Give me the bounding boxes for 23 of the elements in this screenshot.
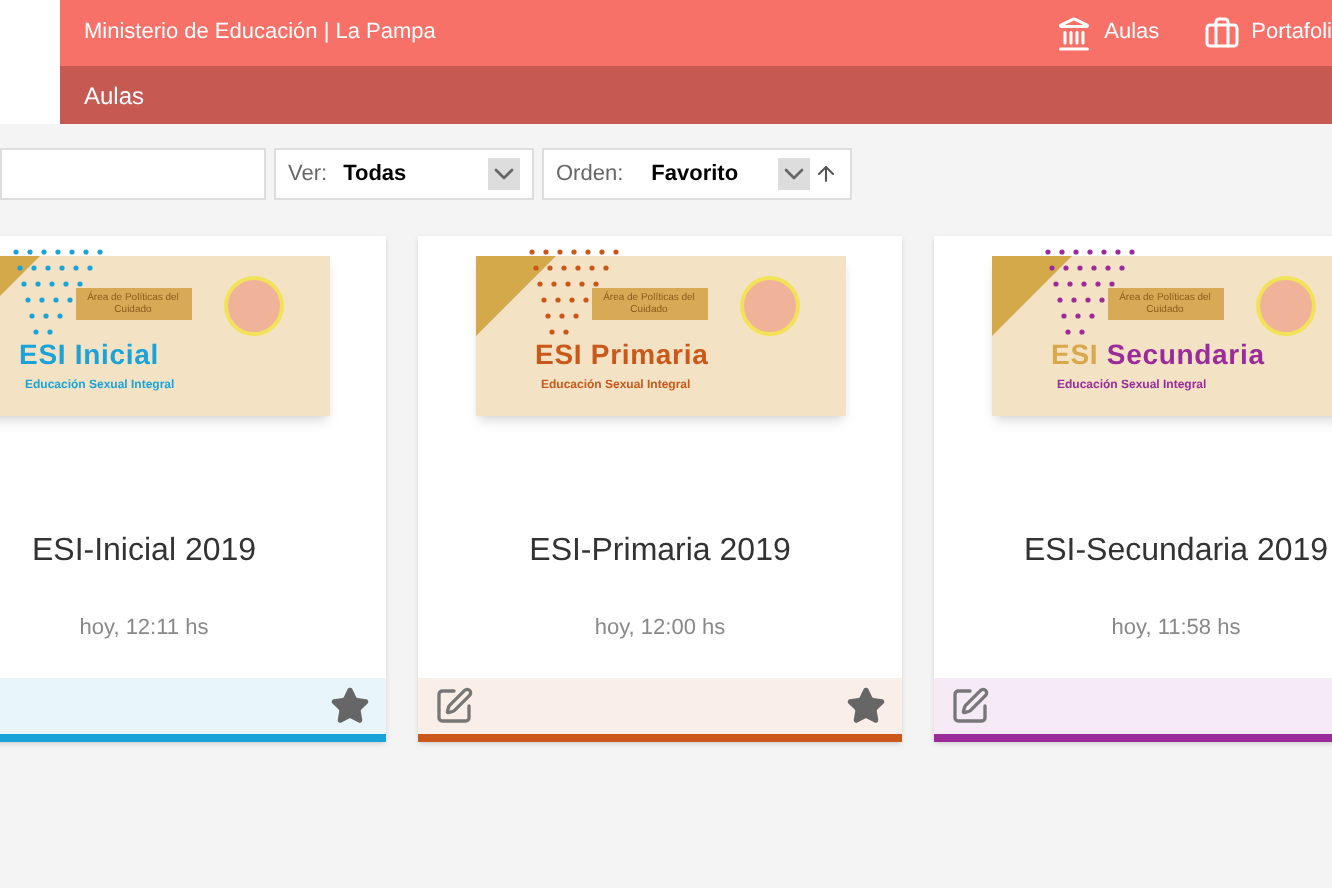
order-select[interactable]: Orden: Favorito	[542, 148, 852, 200]
briefcase-icon	[1203, 15, 1240, 51]
edit-icon[interactable]	[434, 685, 474, 725]
caret-icon	[488, 158, 520, 190]
card-title: ESI-Secundaria 2019	[1021, 532, 1331, 572]
view-select[interactable]: Ver: Todas	[274, 148, 534, 200]
banner-heading: ESI Secundaria	[1051, 340, 1265, 368]
caret-icon	[778, 158, 810, 190]
building-icon	[1056, 15, 1093, 51]
card-title: ESI-Primaria 2019	[527, 532, 793, 572]
site-title: Ministerio de Educación | La Pampa	[84, 18, 438, 49]
banner-heading: ESI Primaria	[535, 340, 709, 368]
card-time: hoy, 11:58 hs	[1109, 614, 1243, 644]
star-icon[interactable]	[846, 685, 886, 725]
sort-arrow-icon[interactable]	[814, 162, 838, 186]
banner-heading: ESI Inicial	[19, 340, 160, 368]
card-time: hoy, 12:00 hs	[592, 614, 728, 644]
star-icon[interactable]	[330, 685, 370, 725]
search-field[interactable]	[0, 148, 266, 200]
page-title: Aulas	[84, 79, 145, 113]
edit-icon[interactable]	[950, 685, 990, 725]
card-title: ESI-Inicial 2019	[29, 532, 259, 572]
card-time: hoy, 12:11 hs	[77, 614, 211, 644]
